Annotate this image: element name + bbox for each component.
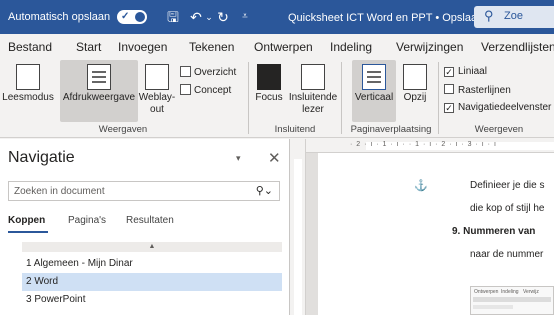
checkbox-checked-icon: ✓ — [444, 103, 454, 113]
nav-options-icon[interactable]: ▾ — [236, 153, 241, 164]
opzij-label: Opzij — [403, 92, 427, 103]
overzicht-button[interactable]: Overzicht — [180, 66, 236, 78]
web-page-icon — [145, 64, 169, 90]
tab-tekenen[interactable]: Tekenen — [189, 40, 234, 54]
checkbox-unchecked-icon — [444, 84, 454, 94]
horizontal-ruler: · 2 · ı · 1 · ı · · 1 · ı · 2 · ı · 3 · … — [306, 139, 554, 153]
tab-start[interactable]: Start — [76, 40, 101, 54]
group-separator — [438, 62, 439, 134]
book-icon — [16, 64, 40, 90]
tab-resultaten[interactable]: Resultaten — [126, 215, 174, 226]
doc-text-line: Definieer je die s — [470, 180, 545, 191]
rasterlijnen-checkbox[interactable]: Rasterlijnen — [444, 84, 511, 96]
overzicht-label: Overzicht — [194, 67, 237, 78]
vertical-scroll-icon — [362, 64, 386, 90]
thumb-tab-label: Ontwerpen — [474, 289, 499, 295]
autosave-label: Automatisch opslaan — [8, 11, 111, 23]
doc-heading-line: 9. Nummeren van — [452, 226, 536, 237]
tab-invoegen[interactable]: Invoegen — [118, 40, 167, 54]
search-icon[interactable]: ⚲⌄ — [256, 184, 273, 197]
thumb-toolbar — [473, 297, 551, 302]
navigatiedeelvenster-label: Navigatiedeelvenster — [458, 102, 552, 113]
checkmark-icon: ✓ — [121, 11, 130, 22]
thumb-tab-label: Indeling — [501, 289, 519, 295]
concept-button[interactable]: Concept — [180, 84, 231, 96]
verticaal-label: Verticaal — [354, 92, 394, 103]
leesmodus-label: Leesmodus — [2, 92, 54, 103]
weblayout-label-1: Weblay- — [138, 92, 176, 103]
liniaal-label: Liniaal — [458, 66, 487, 77]
collapse-heading-bar[interactable]: ▲ — [22, 242, 282, 252]
search-icon: ⚲ — [484, 8, 494, 23]
group-label-weergeven: Weergeven — [474, 124, 524, 135]
navigation-pane: Navigatie ▾ ✕ Zoeken in document ⚲⌄ Kopp… — [0, 139, 289, 315]
focus-icon — [257, 64, 281, 90]
draft-icon — [180, 84, 191, 95]
tab-verzendlijsten[interactable]: Verzendlijsten — [481, 40, 554, 54]
group-label-weergaven: Weergaven — [98, 124, 148, 135]
leesmodus-button[interactable]: Leesmodus — [0, 60, 56, 122]
verticaal-button[interactable]: Verticaal — [352, 60, 396, 122]
search-text: Zoe — [504, 10, 523, 22]
side-to-side-icon — [403, 64, 427, 90]
insluitende-label-2: lezer — [302, 104, 324, 115]
tab-koppen[interactable]: Koppen — [8, 215, 45, 226]
outline-icon — [180, 66, 191, 77]
afdrukweergave-button[interactable]: Afdrukweergave — [60, 60, 138, 122]
rasterlijnen-label: Rasterlijnen — [458, 85, 511, 96]
tab-ontwerpen[interactable]: Ontwerpen — [254, 40, 313, 54]
close-icon[interactable]: ✕ — [268, 149, 281, 167]
doc-text-line: die kop of stijl he — [470, 203, 545, 214]
active-tab-indicator — [8, 231, 48, 233]
ribbon: Leesmodus Afdrukweergave Weblay- out Ove… — [0, 58, 554, 138]
customize-qat-icon[interactable]: ⩡ — [236, 8, 254, 26]
afdrukweergave-label: Afdrukweergave — [62, 92, 136, 103]
focus-button[interactable]: Focus — [252, 60, 286, 122]
weblayout-button[interactable]: Weblay- out — [138, 60, 176, 122]
nav-search-input[interactable]: Zoeken in document ⚲⌄ — [8, 181, 280, 201]
ribbon-tabs: Bestand Start Invoegen Tekenen Ontwerpen… — [0, 34, 554, 58]
tab-paginas[interactable]: Pagina's — [68, 215, 106, 226]
autosave-toggle[interactable]: ✓ — [117, 10, 147, 24]
checkbox-checked-icon: ✓ — [444, 67, 454, 77]
group-label-paginaverplaatsing: Paginaverplaatsing — [350, 124, 432, 135]
tab-verwijzingen[interactable]: Verwijzingen — [396, 40, 463, 54]
group-label-insluitend: Insluitend — [274, 124, 316, 135]
focus-label: Focus — [255, 92, 283, 103]
save-icon[interactable]: 🖫 — [164, 8, 182, 26]
vertical-ruler — [290, 139, 306, 315]
immersive-reader-icon — [301, 64, 325, 90]
insluitende-lezer-button[interactable]: Insluitende lezer — [288, 60, 338, 122]
nav-heading-item[interactable]: 1 Algemeen - Mijn Dinar — [22, 255, 282, 273]
toggle-knob — [135, 12, 145, 22]
page-icon — [87, 64, 111, 90]
search-box[interactable]: ⚲ Zoe — [474, 6, 554, 28]
group-separator — [248, 62, 249, 134]
nav-search-placeholder: Zoeken in document — [14, 186, 105, 197]
ruler-numbers: · 2 · ı · 1 · ı · · 1 · ı · 2 · ı · 3 · … — [350, 141, 497, 148]
tab-bestand[interactable]: Bestand — [8, 40, 52, 54]
weblayout-label-2: out — [150, 104, 164, 115]
concept-label: Concept — [194, 85, 232, 96]
anchor-icon: ⚓ — [414, 180, 428, 192]
nav-title: Navigatie — [8, 149, 75, 166]
nav-heading-item[interactable]: 2 Word — [22, 273, 282, 291]
title-bar: Automatisch opslaan ✓ 🖫 ↶ ⌄ ↻ ⩡ Quickshe… — [0, 0, 554, 34]
insluitende-label-1: Insluitende — [288, 92, 338, 103]
thumb-tab-label: Verwijz — [523, 289, 539, 295]
liniaal-checkbox[interactable]: ✓ Liniaal — [444, 66, 487, 77]
redo-icon[interactable]: ↻ — [214, 8, 232, 26]
embedded-screenshot: Ontwerpen Indeling Verwijz — [470, 286, 554, 315]
document-title[interactable]: Quicksheet ICT Word en PPT • Opslaan... … — [288, 11, 504, 24]
nav-heading-item[interactable]: 3 PowerPoint — [22, 291, 282, 309]
tab-indeling[interactable]: Indeling — [330, 40, 372, 54]
opzij-button[interactable]: Opzij — [398, 60, 432, 122]
doc-text-line: naar de nummer — [470, 249, 544, 260]
thumb-toolbar — [473, 305, 513, 309]
navigatiedeelvenster-checkbox[interactable]: ✓ Navigatiedeelvenster — [444, 102, 551, 113]
